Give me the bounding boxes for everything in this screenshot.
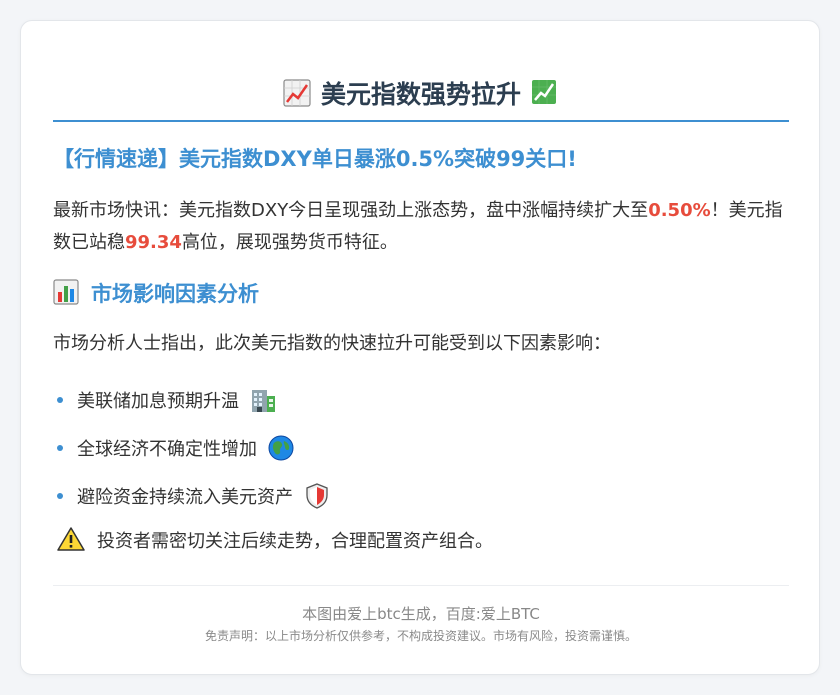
news-card: 美元指数强势拉升 【行情速递】美元指数DXY单日暴涨0.5%突破99关口! 最新… xyxy=(20,20,820,675)
chart-check-icon xyxy=(531,79,559,107)
page-title: 美元指数强势拉升 xyxy=(320,80,521,109)
globe-icon xyxy=(267,434,295,462)
bullet xyxy=(57,445,63,451)
chart-increasing-icon xyxy=(283,79,311,107)
intro-text-1: 最新市场快讯：美元指数DXY今日呈现强劲上涨态势，盘中涨幅持续扩大至 xyxy=(53,200,649,221)
intro-paragraph: 最新市场快讯：美元指数DXY今日呈现强劲上涨态势，盘中涨幅持续扩大至0.50%！… xyxy=(53,195,783,259)
factor-label: 美联储加息预期升温 xyxy=(77,391,239,412)
footer-disclaimer: 免责声明：以上市场分析仅供参考，不构成投资建议。市场有风险，投资需谨慎。 xyxy=(204,629,637,643)
level-value: 99.34 xyxy=(125,232,182,253)
warning-text: 投资者需密切关注后续走势，合理配置资产组合。 xyxy=(97,531,493,552)
headline: 【行情速递】美元指数DXY单日暴涨0.5%突破99关口! xyxy=(53,147,577,171)
bank-building-icon xyxy=(249,386,277,414)
factor-list: 美联储加息预期升温 全球经济不确定性增加 避险资金持续流入美元资产 xyxy=(55,376,331,520)
analysis-heading: 市场影响因素分析 xyxy=(53,278,259,308)
footer-credit: 本图由爱上btc生成，百度:爱上BTC xyxy=(302,605,540,623)
bullet xyxy=(57,493,63,499)
list-item: 避险资金持续流入美元资产 xyxy=(55,472,331,520)
warning-icon xyxy=(57,526,85,554)
intro-text-3: 高位，展现强势货币特征。 xyxy=(181,232,398,253)
gain-value: 0.50% xyxy=(648,200,711,221)
factor-label: 避险资金持续流入美元资产 xyxy=(77,487,293,508)
factor-label: 全球经济不确定性增加 xyxy=(77,439,257,460)
warning-row: 投资者需密切关注后续走势，合理配置资产组合。 xyxy=(57,526,493,554)
title-row: 美元指数强势拉升 xyxy=(53,76,789,122)
list-item: 美联储加息预期升温 xyxy=(55,376,331,424)
divider xyxy=(53,585,789,586)
bar-chart-icon xyxy=(53,279,81,307)
list-item: 全球经济不确定性增加 xyxy=(55,424,331,472)
analysis-lead: 市场分析人士指出，此次美元指数的快速拉升可能受到以下因素影响： xyxy=(53,333,611,354)
bullet xyxy=(57,397,63,403)
shield-icon xyxy=(303,482,331,510)
analysis-heading-text: 市场影响因素分析 xyxy=(91,282,259,306)
